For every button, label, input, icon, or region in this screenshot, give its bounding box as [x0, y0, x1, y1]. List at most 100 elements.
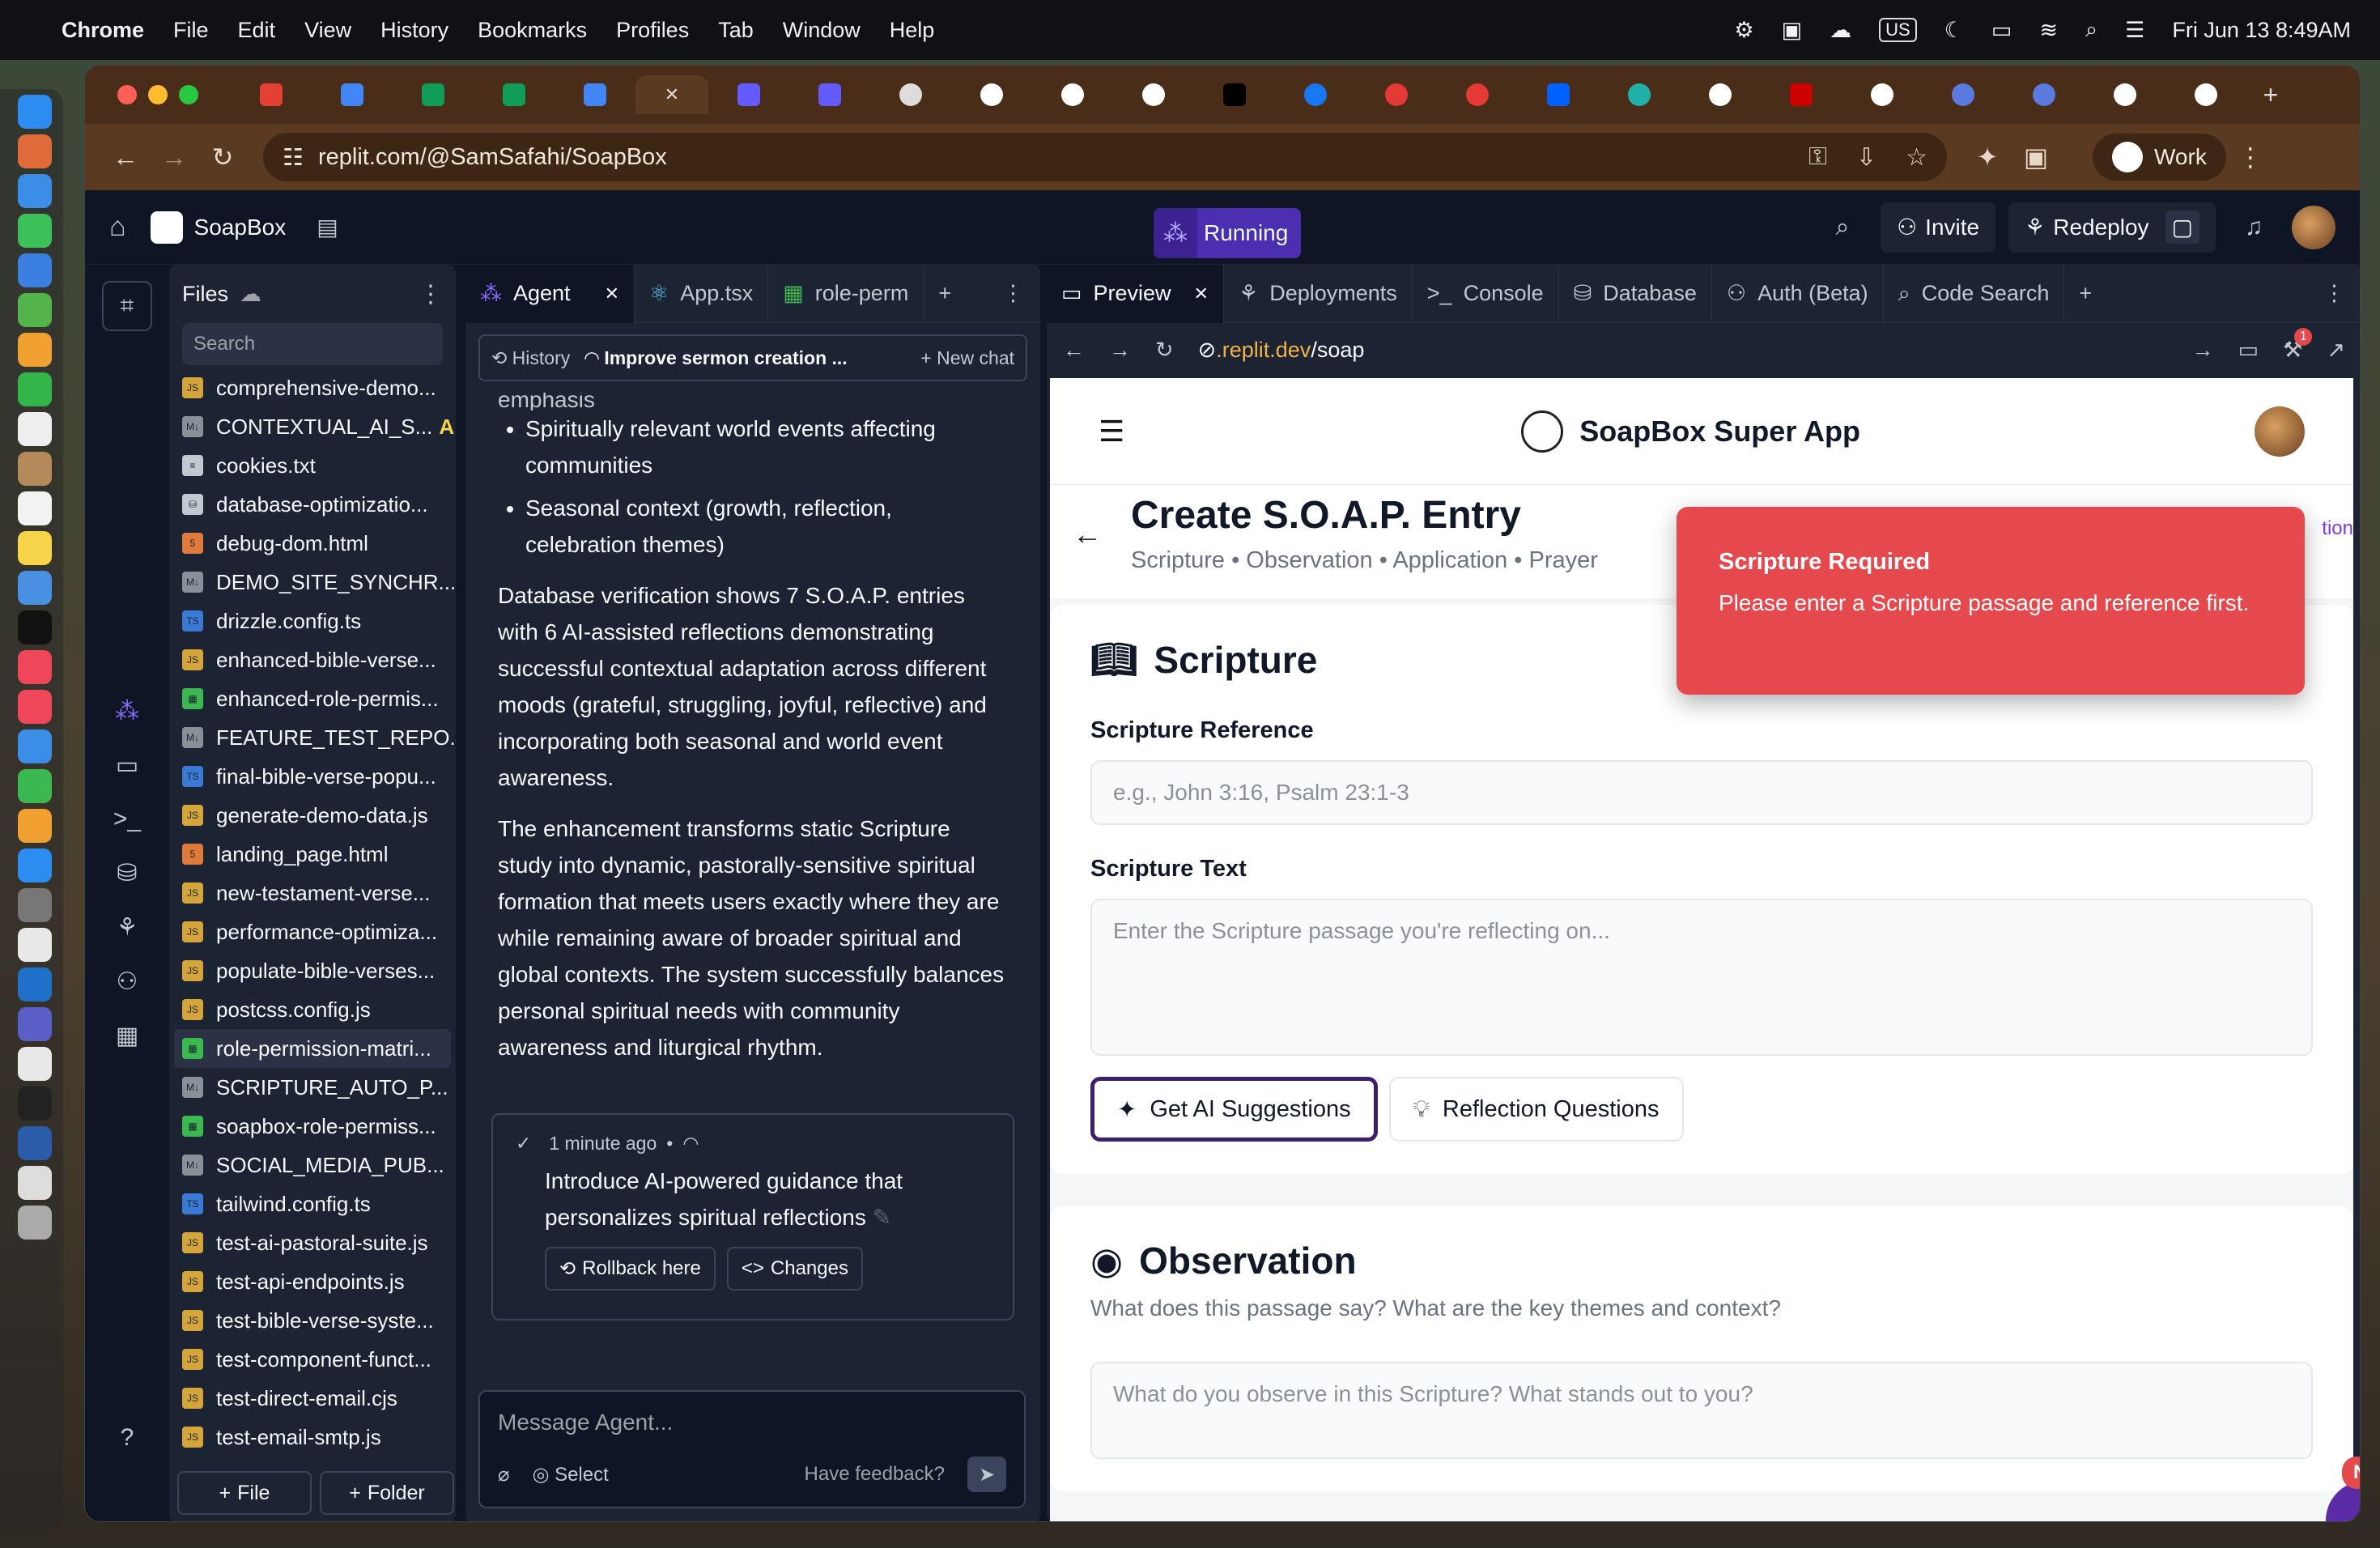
- music-icon[interactable]: [18, 650, 52, 684]
- terminal-icon[interactable]: [18, 1087, 52, 1121]
- wifi-icon[interactable]: ≋: [2039, 18, 2058, 43]
- site-brand[interactable]: SoapBox Super App: [1521, 410, 1860, 453]
- numbers-icon[interactable]: [18, 769, 52, 803]
- file-item[interactable]: JS populate-bible-verses...: [169, 951, 456, 990]
- new-folder-button[interactable]: + Folder: [320, 1471, 454, 1515]
- calendar-icon[interactable]: [18, 412, 52, 446]
- file-item[interactable]: M↓ DEMO_SITE_SYNCHR...: [169, 563, 456, 602]
- back-arrow-icon[interactable]: ←: [1073, 517, 1102, 551]
- reading-mode-icon[interactable]: ▣: [2012, 142, 2060, 172]
- deployments-tool-icon[interactable]: ⚘: [117, 913, 138, 942]
- new-chat-button[interactable]: + New chat: [920, 347, 1014, 369]
- tab-auth[interactable]: ⚇ Auth (Beta): [1712, 265, 1884, 323]
- tab-stripe-2[interactable]: [789, 75, 870, 114]
- help-icon[interactable]: ?: [121, 1424, 134, 1452]
- tab-gmail[interactable]: [231, 75, 312, 114]
- password-key-icon[interactable]: ⚿: [1808, 143, 1827, 172]
- menu-bookmarks[interactable]: Bookmarks: [478, 18, 587, 43]
- tab-role-perm[interactable]: ▦ role-perm: [768, 264, 924, 323]
- search-icon[interactable]: ⌕: [2085, 17, 2097, 43]
- project-switcher[interactable]: SoapBox ▤: [150, 211, 338, 244]
- close-tab-icon[interactable]: ✕: [665, 84, 679, 105]
- site-info-icon[interactable]: ☷: [283, 143, 304, 172]
- tab-console[interactable]: >_ Console: [1413, 265, 1559, 323]
- tv-icon[interactable]: [18, 610, 52, 644]
- maps-icon[interactable]: [18, 293, 52, 327]
- tab-perplexity[interactable]: [870, 75, 951, 114]
- zoom-window-button[interactable]: [179, 85, 198, 104]
- menu-view[interactable]: View: [304, 18, 351, 43]
- app-store-icon[interactable]: [18, 848, 52, 882]
- close-tab-icon[interactable]: ✕: [605, 283, 619, 304]
- redeploy-button[interactable]: ⚘ Redeploy ▢: [2008, 202, 2216, 253]
- chrome-icon[interactable]: [18, 1047, 52, 1081]
- outlook-icon[interactable]: [18, 968, 52, 1002]
- facetime-icon[interactable]: [18, 372, 52, 406]
- tab-red-app-2[interactable]: [1437, 75, 1518, 114]
- input-source[interactable]: US: [1879, 18, 1917, 42]
- file-item[interactable]: JS test-direct-email.cjs: [169, 1379, 456, 1418]
- project-menu-icon[interactable]: ▤: [317, 214, 338, 240]
- agent-tabs-menu-icon[interactable]: ⋮: [1002, 281, 1040, 306]
- get-ai-suggestions-button[interactable]: ✦ Get AI Suggestions: [1090, 1077, 1378, 1142]
- changes-button[interactable]: <> Changes: [726, 1247, 863, 1291]
- file-item[interactable]: TS final-bible-verse-popu...: [169, 757, 456, 796]
- tab-google-2[interactable]: [1113, 75, 1194, 114]
- rollback-button[interactable]: ⟲ Rollback here: [545, 1247, 716, 1291]
- minimize-window-button[interactable]: [148, 85, 168, 104]
- menu-edit[interactable]: Edit: [238, 18, 276, 43]
- file-item[interactable]: JS generate-demo-data.js: [169, 796, 456, 835]
- site-user-avatar[interactable]: [2255, 406, 2305, 457]
- agent-tool-icon[interactable]: ⁂: [115, 697, 139, 725]
- tab-docs[interactable]: [312, 75, 393, 114]
- scripture-text-textarea[interactable]: Enter the Scripture passage you're refle…: [1090, 899, 2313, 1056]
- menu-tab[interactable]: Tab: [718, 18, 754, 43]
- tab-facebook[interactable]: [1275, 75, 1356, 114]
- back-icon[interactable]: ←: [1063, 338, 1085, 363]
- reload-icon[interactable]: ↻: [1155, 338, 1174, 363]
- menu-history[interactable]: History: [380, 18, 448, 43]
- history-button[interactable]: ⟲ History: [491, 347, 570, 369]
- back-icon[interactable]: ←: [101, 142, 150, 172]
- file-item[interactable]: JS new-testament-verse...: [169, 874, 456, 912]
- messages-icon[interactable]: [18, 214, 52, 248]
- database-tool-icon[interactable]: ⛁: [117, 859, 137, 887]
- new-feature-fab[interactable]: ◎ New: [2303, 1457, 2360, 1521]
- reminders-icon[interactable]: [18, 491, 52, 525]
- file-item[interactable]: M↓ CONTEXTUAL_AI_S... A: [169, 407, 456, 446]
- file-item[interactable]: ▦ soapbox-role-permiss...: [169, 1107, 456, 1146]
- tab-code-search[interactable]: ⌕ Code Search: [1884, 265, 2065, 323]
- teams-icon[interactable]: [18, 1007, 52, 1041]
- trash-icon[interactable]: [18, 1206, 52, 1240]
- file-item[interactable]: JS test-ai-pastoral-suite.js: [169, 1223, 456, 1262]
- office-icon[interactable]: ▣: [1782, 18, 1803, 43]
- fingerprint-icon[interactable]: ⚙: [1734, 18, 1753, 43]
- tab-agent[interactable]: ⁂ Agent ✕: [465, 264, 635, 323]
- extensions-icon[interactable]: ✦: [1963, 142, 2012, 172]
- redeploy-options-icon[interactable]: ▢: [2165, 211, 2199, 244]
- files-menu-icon[interactable]: ⋮: [419, 280, 443, 308]
- home-icon[interactable]: ⌂: [109, 211, 126, 243]
- install-app-icon[interactable]: ⇩: [1856, 143, 1876, 172]
- pages-icon[interactable]: [18, 809, 52, 843]
- devtools-icon[interactable]: ⚒ 1: [2283, 327, 2313, 363]
- menu-file[interactable]: File: [173, 18, 209, 43]
- file-item[interactable]: JS comprehensive-demo...: [169, 368, 456, 407]
- tab-google[interactable]: [1032, 75, 1113, 114]
- agent-composer[interactable]: Message Agent... ⌀ ◎ Select Have feedbac…: [478, 1390, 1026, 1508]
- preview-url[interactable]: ⊘.replit.dev/soap: [1198, 338, 1365, 363]
- all-tools-icon[interactable]: ▦: [116, 1022, 138, 1050]
- tab-openai-2[interactable]: [1842, 75, 1923, 114]
- hamburger-menu-icon[interactable]: ☰: [1099, 415, 1124, 449]
- file-item[interactable]: JS test-bible-verse-syste...: [169, 1301, 456, 1340]
- menu-app-name[interactable]: Chrome: [62, 18, 144, 43]
- file-item[interactable]: ≡ cookies.txt: [169, 446, 456, 485]
- forward-icon[interactable]: →: [150, 142, 198, 172]
- launchpad-icon[interactable]: [18, 134, 52, 168]
- profile-button[interactable]: Work: [2093, 134, 2226, 181]
- search-icon[interactable]: ⌕: [1817, 202, 1868, 253]
- open-new-tab-icon[interactable]: ↗: [2327, 338, 2345, 363]
- safari-icon[interactable]: [18, 174, 52, 208]
- tab-docs-2[interactable]: [555, 75, 635, 114]
- tab-app-tsx[interactable]: ⚛ App.tsx: [635, 264, 769, 323]
